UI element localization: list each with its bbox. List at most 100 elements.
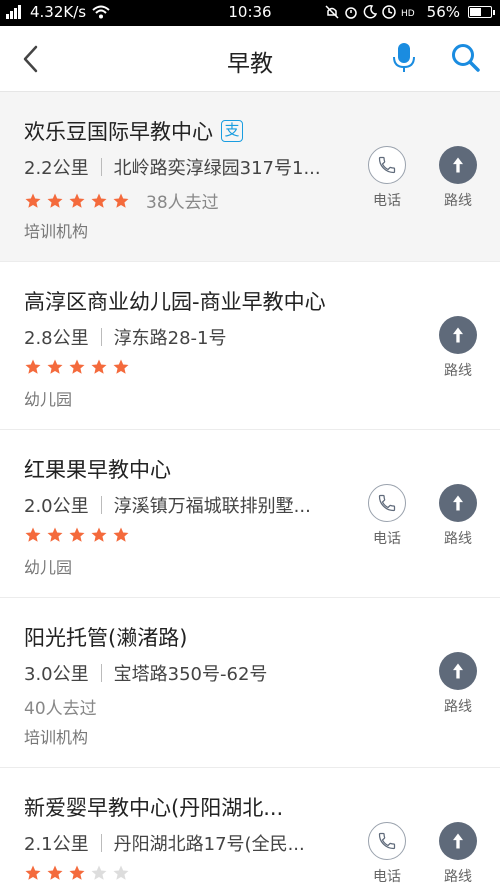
route-button[interactable]: 路线 [430, 484, 486, 548]
star-filled-icon [69, 865, 85, 880]
call-button[interactable]: 电话 [359, 822, 415, 886]
phone-icon [378, 494, 396, 512]
star-filled-icon [47, 193, 63, 208]
place-name-text: 高淳区商业幼儿园-商业早教中心 [24, 290, 326, 314]
rating-row [24, 526, 130, 544]
svg-text:HD: HD [401, 9, 415, 19]
star-empty-icon [113, 865, 129, 880]
route-label: 路线 [444, 869, 472, 885]
distance: 2.1公里 [24, 834, 89, 855]
category: 幼儿园 [24, 558, 73, 577]
route-arrow-icon [453, 327, 463, 343]
place-name: 阳光托管(濑渚路) [24, 622, 187, 652]
star-rating [24, 358, 130, 376]
route-arrow-icon [453, 495, 463, 511]
star-filled-icon [25, 865, 41, 880]
battery-icon [468, 6, 495, 18]
star-rating [24, 192, 130, 210]
place-meta: 2.1公里 丹阳湖北路17号(全民... [24, 830, 305, 856]
list-item[interactable]: 新爱婴早教中心(丹阳湖北... 2.1公里 丹阳湖北路17号(全民... 电话 … [0, 768, 500, 888]
star-filled-icon [25, 359, 41, 374]
rating-row: 40人去过 [24, 694, 97, 719]
star-filled-icon [47, 527, 63, 542]
alipay-badge-icon: 支 [221, 120, 243, 142]
address: 丹阳湖北路17号(全民... [113, 834, 305, 855]
category: 培训机构 [24, 728, 89, 747]
divider [100, 834, 102, 852]
page-title: 早教 [227, 51, 273, 77]
volte-icon: HD [401, 9, 415, 19]
clock-icon [381, 5, 396, 19]
route-label: 路线 [444, 363, 472, 379]
route-arrow-icon [453, 157, 463, 173]
mute-icon [325, 5, 339, 19]
divider [100, 158, 102, 176]
battery-fill [470, 8, 481, 16]
battery-percent: 56% [426, 3, 460, 21]
place-name-text: 新爱婴早教中心(丹阳湖北... [24, 796, 284, 820]
divider [100, 496, 102, 514]
route-button[interactable]: 路线 [430, 316, 486, 380]
phone-icon [378, 156, 396, 174]
route-button[interactable]: 路线 [430, 652, 486, 716]
distance: 3.0公里 [24, 664, 89, 685]
list-item[interactable]: 欢乐豆国际早教中心 支 2.2公里 北岭路奕淳绿园317号1... 38人去过 … [0, 92, 500, 262]
category: 培训机构 [24, 222, 89, 241]
place-name: 红果果早教中心 [24, 454, 171, 484]
star-filled-icon [47, 865, 63, 880]
place-name: 欢乐豆国际早教中心 支 [24, 116, 243, 146]
star-filled-icon [113, 359, 129, 374]
star-empty-icon [91, 865, 107, 880]
route-label: 路线 [444, 531, 472, 547]
visit-count: 38人去过 [146, 193, 219, 213]
star-rating [24, 526, 130, 544]
moon-icon [363, 5, 377, 19]
star-filled-icon [113, 193, 129, 208]
star-filled-icon [69, 527, 85, 542]
address: 北岭路奕淳绿园317号1... [113, 158, 321, 179]
place-meta: 2.8公里 淳东路28-1号 [24, 324, 227, 350]
star-filled-icon [25, 527, 41, 542]
place-meta: 2.0公里 淳溪镇万福城联排别墅... [24, 492, 311, 518]
search-button[interactable] [450, 42, 482, 74]
distance: 2.0公里 [24, 496, 89, 517]
distance: 2.8公里 [24, 328, 89, 349]
star-filled-icon [113, 527, 129, 542]
phone-icon [378, 832, 396, 850]
call-button[interactable]: 电话 [359, 146, 415, 210]
address: 宝塔路350号-62号 [113, 664, 268, 685]
voice-search-button[interactable] [390, 42, 418, 74]
star-rating [24, 864, 130, 882]
call-label: 电话 [373, 869, 401, 885]
status-right: HD 56% [325, 3, 495, 21]
top-nav-bar: 早教 [0, 26, 500, 92]
address: 淳溪镇万福城联排别墅... [113, 496, 311, 517]
star-filled-icon [69, 359, 85, 374]
place-name-text: 欢乐豆国际早教中心 [24, 120, 213, 144]
route-button[interactable]: 路线 [430, 146, 486, 210]
category: 幼儿园 [24, 390, 73, 409]
status-bar: 4.32K/s 10:36 HD 56% [0, 0, 500, 26]
place-meta: 3.0公里 宝塔路350号-62号 [24, 660, 267, 686]
star-filled-icon [25, 193, 41, 208]
route-button[interactable]: 路线 [430, 822, 486, 886]
place-name-text: 红果果早教中心 [24, 458, 171, 482]
route-arrow-icon [453, 663, 463, 679]
microphone-icon [393, 43, 415, 72]
star-filled-icon [91, 527, 107, 542]
list-item[interactable]: 阳光托管(濑渚路) 3.0公里 宝塔路350号-62号 40人去过 培训机构 路… [0, 598, 500, 768]
route-label: 路线 [444, 193, 472, 209]
call-label: 电话 [373, 193, 401, 209]
list-item[interactable]: 高淳区商业幼儿园-商业早教中心 2.8公里 淳东路28-1号 幼儿园 路线 [0, 262, 500, 430]
place-name: 新爱婴早教中心(丹阳湖北... [24, 792, 283, 822]
place-name-text: 阳光托管(濑渚路) [24, 626, 188, 650]
place-name: 高淳区商业幼儿园-商业早教中心 [24, 286, 326, 316]
divider [100, 328, 102, 346]
place-meta: 2.2公里 北岭路奕淳绿园317号1... [24, 154, 321, 180]
star-filled-icon [91, 359, 107, 374]
star-filled-icon [69, 193, 85, 208]
result-list: 欢乐豆国际早教中心 支 2.2公里 北岭路奕淳绿园317号1... 38人去过 … [0, 92, 500, 888]
list-item[interactable]: 红果果早教中心 2.0公里 淳溪镇万福城联排别墅... 幼儿园 电话 路线 [0, 430, 500, 598]
call-button[interactable]: 电话 [359, 484, 415, 548]
route-arrow-icon [453, 833, 463, 849]
